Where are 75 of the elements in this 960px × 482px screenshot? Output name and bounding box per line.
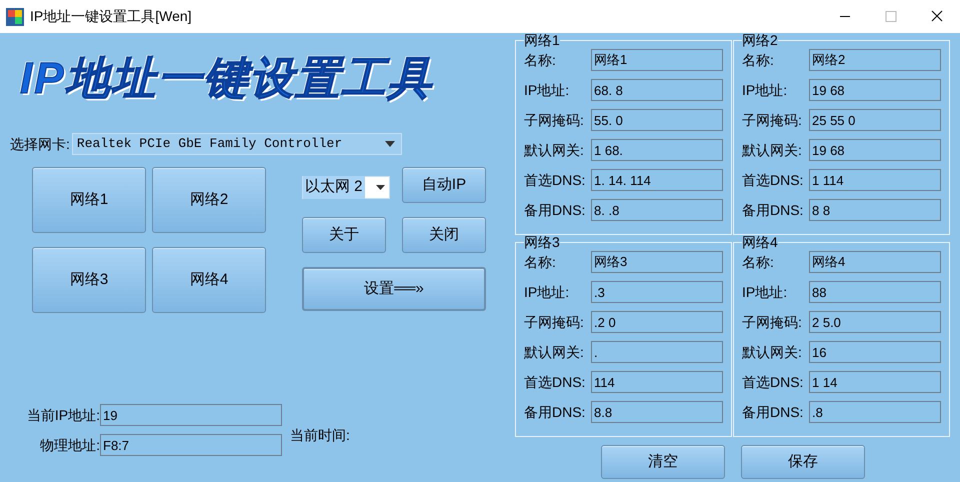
field-label: IP地址: [524,282,570,302]
input-field[interactable]: 网络3 [591,251,723,273]
adapter-dropdown[interactable]: Realtek PCIe GbE Family Controller [72,133,402,155]
input-field[interactable]: 网络2 [809,49,941,71]
field-label: 默认网关: [524,342,585,362]
field-label: 名称: [742,50,775,70]
field-label: 子网掩码: [524,110,585,130]
input-field[interactable]: 88 [809,281,941,303]
input-field[interactable]: 8. .8 [591,199,723,221]
mac-label: 物理地址: [39,436,100,454]
input-field[interactable]: 19 68 [809,79,941,101]
input-field[interactable]: .2 0 [591,311,723,333]
input-field[interactable]: 19 68 [809,139,941,161]
about-button[interactable]: 关于 [302,217,386,253]
action-button[interactable]: 清空 [601,445,725,479]
network-button[interactable]: 网络3 [32,247,146,313]
field-label: 首选DNS: [742,170,804,190]
input-field[interactable]: 2 5.0 [809,311,941,333]
group-title: 网络1 [524,33,560,47]
input-field[interactable]: 8.8 [591,401,723,423]
input-field[interactable]: 25 55 0 [809,109,941,131]
apply-button[interactable]: 设置══» [302,267,486,311]
input-field[interactable]: .8 [809,401,941,423]
field-label: 名称: [524,252,557,272]
field-label: 首选DNS: [524,372,586,392]
input-field[interactable]: 网络4 [809,251,941,273]
action-button[interactable]: 保存 [741,445,865,479]
group-title: 网络3 [524,235,560,249]
connection-dropdown[interactable]: 以太网 2 [302,176,390,199]
input-field[interactable]: F8:7 [100,434,282,456]
input-field[interactable]: 55. 0 [591,109,723,131]
field-label: IP地址: [524,80,570,100]
field-label: 子网掩码: [524,312,585,332]
field-label: 备用DNS: [524,200,586,220]
caret-icon [376,185,385,190]
app-title: IP地址一键设置工具 [20,53,434,105]
field-label: IP地址: [742,282,788,302]
field-label: 名称: [524,50,557,70]
field-label: 备用DNS: [742,402,804,422]
network-button[interactable]: 网络4 [152,247,266,313]
group-title: 网络2 [742,33,778,47]
input-field[interactable]: 114 [591,371,723,393]
field-label: 子网掩码: [742,110,803,130]
auto-ip-button[interactable]: 自动IP [402,167,486,203]
input-field[interactable]: .3 [591,281,723,303]
field-label: 默认网关: [742,140,803,160]
window-title: IP地址一键设置工具[Wen] [30,7,192,26]
field-label: 备用DNS: [742,200,804,220]
input-field[interactable]: . [591,341,723,363]
field-label: 名称: [742,252,775,272]
input-field[interactable]: 68. 8 [591,79,723,101]
close-button[interactable]: 关闭 [402,217,486,253]
field-label: 备用DNS: [524,402,586,422]
network-button[interactable]: 网络1 [32,167,146,233]
app-icon [6,8,24,26]
input-field[interactable]: 1 114 [809,169,941,191]
time-label: 当前时间: [290,426,350,445]
current-ip-label: 当前IP地址: [26,406,100,424]
network-button[interactable]: 网络2 [152,167,266,233]
field-label: 首选DNS: [742,372,804,392]
adapter-label: 选择网卡: [10,134,70,154]
input-field[interactable]: 8 8 [809,199,941,221]
input-field[interactable]: 1 68. [591,139,723,161]
field-label: IP地址: [742,80,788,100]
input-field[interactable]: 1 14 [809,371,941,393]
field-label: 首选DNS: [524,170,586,190]
field-label: 子网掩码: [742,312,803,332]
input-field[interactable]: 16 [809,341,941,363]
field-label: 默认网关: [524,140,585,160]
input-field[interactable]: 19 [100,404,282,426]
group-title: 网络4 [742,235,778,249]
input-field[interactable]: 1. 14. 114 [591,169,723,191]
field-label: 默认网关: [742,342,803,362]
input-field[interactable]: 网络1 [591,49,723,71]
caret-icon [384,141,395,147]
